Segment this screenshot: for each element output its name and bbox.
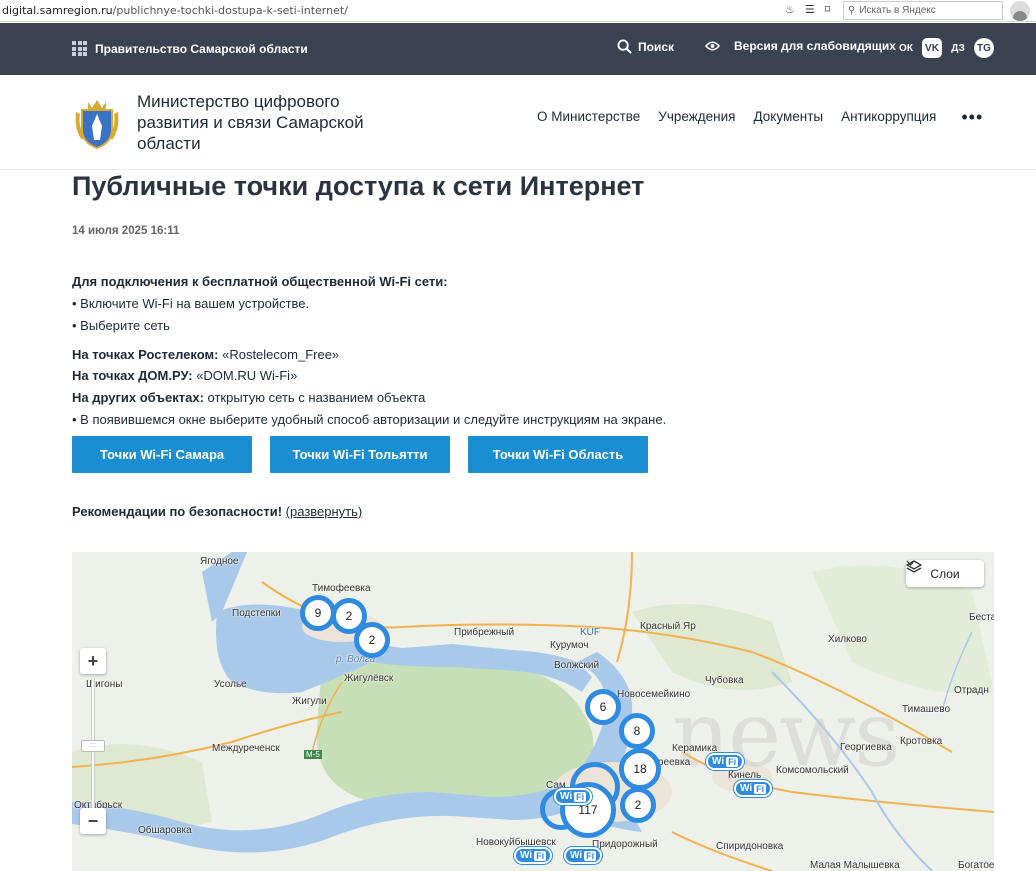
map-label: Жигулёвск [344, 673, 394, 684]
zoom-in-button[interactable]: + [80, 648, 106, 674]
site-header: Министерство цифрового развития и связи … [0, 75, 1036, 170]
map-label: Прибрежный [454, 627, 515, 638]
reader-icon[interactable]: ☰ [805, 3, 815, 16]
rostelecom-network: На точках Ростелеком: «Rostelecom_Free» [72, 347, 340, 362]
map-label: Чубовка [705, 675, 744, 686]
search-button[interactable]: Поиск [617, 39, 674, 54]
gov-top-bar: Правительство Самарской области Поиск Ве… [0, 23, 1036, 75]
nav-about[interactable]: О Министерстве [537, 109, 640, 124]
highway-sign: М-5 [304, 750, 322, 759]
nav-documents[interactable]: Документы [754, 109, 824, 124]
wifi-marker[interactable]: Wi Fi [706, 753, 745, 770]
zoom-slider-handle[interactable]: ::: [81, 740, 105, 752]
odnoklassniki-icon[interactable]: ОК [896, 38, 916, 58]
more-menu-icon[interactable]: ••• [961, 108, 983, 126]
other-network: На других объектах: открытую сеть с назв… [72, 390, 426, 405]
map-label: Тимашево [902, 704, 951, 715]
accessibility-version-button[interactable]: Версия для слабовидящих [705, 39, 896, 53]
map-label: Подстепки [232, 608, 281, 619]
vk-icon[interactable]: VK [922, 38, 942, 58]
map-label: Жигули [292, 696, 327, 707]
map-label: реевка [658, 757, 691, 768]
map-label: Бестатово [969, 612, 994, 623]
bookmark-icon[interactable]: ⌑ [825, 3, 831, 16]
browser-address-bar[interactable]: digital.samregion.ru/publichnye-tochki-d… [0, 0, 1036, 22]
social-links: ОК VK ДЗ TG [896, 38, 994, 58]
wifi-samara-button[interactable]: Точки Wi-Fi Самара [72, 436, 252, 473]
map-label: Обшаровка [138, 825, 192, 836]
url-text[interactable]: digital.samregion.ru/publichnye-tochki-d… [0, 4, 348, 17]
map-label: Красный Яр [640, 621, 696, 632]
map-label: Тимофеевка [312, 583, 371, 594]
map-label: Комсомольский [776, 765, 849, 776]
page-title: Публичные точки доступа к сети Интернет [72, 171, 645, 201]
map-label: Георгиевка [840, 742, 892, 753]
step-2: • Выберите сеть [72, 318, 170, 333]
zoom-control: + ::: − [80, 648, 106, 838]
map-label: Придорожный [592, 839, 658, 850]
telegram-icon[interactable]: TG [974, 38, 994, 58]
nav-institutions[interactable]: Учреждения [658, 109, 735, 124]
map-label: Малая Малышевка [810, 860, 900, 871]
wifi-cluster[interactable]: 18 [619, 748, 661, 790]
yandex-search-input[interactable]: ⚲ Искать в Яндекс [843, 1, 1003, 20]
map-label: Новосемейкино [617, 689, 691, 700]
map-label: Междуреченск [212, 743, 280, 754]
search-icon: ⚲ [848, 5, 856, 16]
ministry-title[interactable]: Министерство цифрового развития и связи … [137, 91, 397, 154]
map-label: Кротовка [900, 736, 943, 747]
map-label: Курумоч [550, 640, 589, 651]
domru-network: На точках ДОМ.РУ: «DOM.RU Wi-Fi» [72, 368, 298, 383]
zoom-out-button[interactable]: − [80, 808, 106, 834]
wifi-marker[interactable]: Wi Fi [564, 847, 603, 864]
expand-link[interactable]: (развернуть) [286, 504, 363, 519]
map-label: Спиридоновка [716, 841, 784, 852]
security-recommendations: Рекомендации по безопасности! (развернут… [72, 504, 363, 519]
samara-coat-of-arms-icon[interactable] [72, 96, 122, 150]
gov-portal-link[interactable]: Правительство Самарской области [72, 41, 308, 56]
map-label: Ягодное [200, 556, 239, 567]
eye-icon [705, 41, 720, 51]
step-1: • Включите Wi-Fi на вашем устройстве. [72, 296, 310, 311]
map-label: Отрадн [954, 685, 989, 696]
wifi-map[interactable]: news Ягодное Тимофеевка Подстепки Прибре… [72, 552, 994, 871]
map-label: Хилково [828, 634, 867, 645]
airport-label: KUF [580, 627, 600, 638]
wifi-cluster[interactable]: 6 [585, 689, 621, 725]
wifi-cluster[interactable]: 2 [354, 622, 390, 658]
map-label: Волжский [554, 660, 600, 671]
wifi-cluster[interactable]: 2 [620, 787, 656, 823]
nav-anticorruption[interactable]: Антикоррупция [841, 109, 936, 124]
dzen-icon[interactable]: ДЗ [948, 38, 968, 58]
layers-button[interactable]: Слои [906, 560, 984, 587]
search-icon [617, 39, 632, 54]
wifi-cluster[interactable]: 8 [619, 713, 655, 749]
intro-text: Для подключения к бесплатной общественно… [72, 274, 448, 289]
browser-toolbar-icons: ♨ ☰ ⌑ [785, 3, 830, 16]
chevron-down-icon [906, 560, 915, 566]
map-label: Усолье [214, 679, 247, 690]
extension-icon[interactable]: ♨ [785, 3, 795, 16]
wifi-marker[interactable]: Wi Fi [514, 847, 553, 864]
browser-profile-avatar[interactable] [1010, 1, 1030, 21]
wifi-marker[interactable]: Wi Fi [734, 780, 773, 797]
wifi-tolyatti-button[interactable]: Точки Wi-Fi Тольятти [270, 436, 450, 473]
wifi-region-button[interactable]: Точки Wi-Fi Область [468, 436, 648, 473]
wifi-marker[interactable]: Wi Fi [554, 788, 593, 805]
wifi-buttons: Точки Wi-Fi Самара Точки Wi-Fi Тольятти … [72, 436, 648, 473]
main-navigation: О Министерстве Учреждения Документы Анти… [537, 108, 983, 126]
map-label: Керамика [672, 743, 718, 754]
apps-grid-icon [72, 41, 87, 56]
gov-title: Правительство Самарской области [95, 41, 308, 56]
step-3: • В появившемся окне выберите удобный сп… [72, 412, 667, 427]
map-label: Богатое [958, 860, 994, 871]
publish-date: 14 июля 2025 16:11 [72, 225, 180, 237]
